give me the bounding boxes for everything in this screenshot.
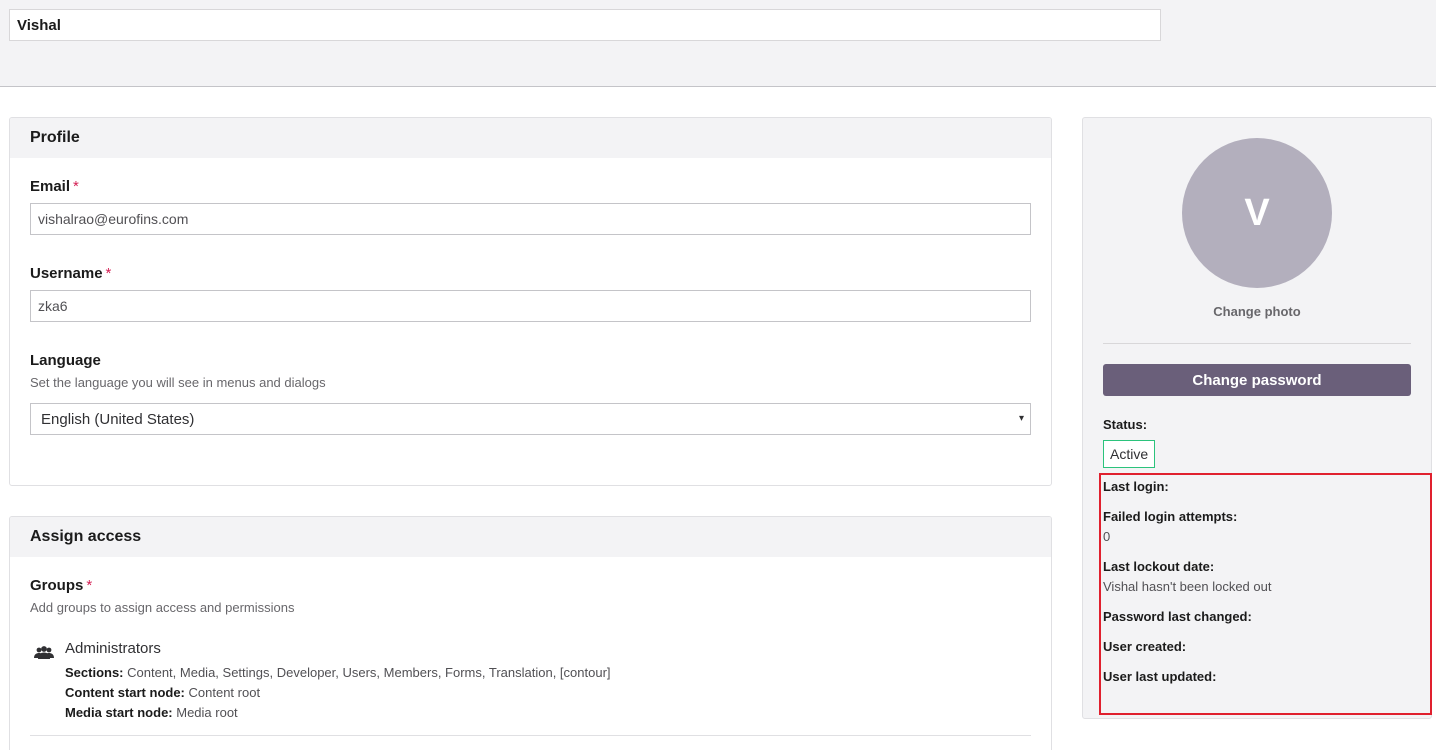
editor-header [0, 0, 1436, 87]
language-label: Language [30, 352, 101, 369]
user-info-panel: V Change photo Change password Status: A… [1082, 117, 1432, 719]
groups-description: Add groups to assign access and permissi… [30, 600, 295, 615]
last-lockout-date-value: Vishal hasn't been locked out [1103, 579, 1272, 594]
group-content-start-node: Content start node: Content root [65, 685, 261, 700]
group-item[interactable]: Administrators Sections: Content, Media,… [30, 640, 1031, 736]
chevron-down-icon: ▾ [1018, 413, 1024, 424]
last-lockout-date-label: Last lockout date: [1103, 559, 1215, 574]
required-marker: * [105, 265, 112, 282]
assign-access-title: Assign access [10, 517, 1051, 557]
profile-panel-title: Profile [10, 118, 1051, 158]
status-badge: Active [1103, 440, 1156, 468]
group-media-start-node: Media start node: Media root [65, 705, 238, 720]
required-marker: * [73, 178, 79, 195]
username-field[interactable] [30, 290, 1031, 322]
required-marker: * [86, 577, 93, 594]
avatar[interactable]: V [1182, 138, 1332, 288]
user-last-updated-label: User last updated: [1103, 669, 1217, 684]
change-password-button[interactable]: Change password [1103, 364, 1411, 396]
email-field[interactable] [30, 203, 1031, 235]
change-photo-link[interactable]: Change photo [1083, 304, 1431, 319]
groups-label: Groups * [30, 577, 93, 594]
language-selected-value: English (United States) [41, 410, 195, 428]
user-name-input[interactable] [9, 9, 1161, 41]
failed-login-attempts-label: Failed login attempts: [1103, 509, 1238, 524]
failed-login-attempts-value: 0 [1103, 529, 1111, 544]
user-created-label: User created: [1103, 639, 1187, 654]
language-description: Set the language you will see in menus a… [30, 375, 326, 390]
last-login-label: Last login: [1103, 479, 1169, 494]
assign-access-panel: Assign access Groups * Add groups to assi… [9, 516, 1052, 750]
username-label: Username * [30, 265, 112, 282]
profile-panel: Profile Email* Username* Language Set th… [9, 117, 1052, 486]
users-icon [34, 646, 54, 659]
divider [1103, 343, 1411, 344]
group-sections: Sections: Content, Media, Settings, Deve… [65, 665, 611, 680]
group-name: Administrators [65, 640, 161, 657]
email-label: Email * [30, 178, 79, 195]
password-last-changed-label: Password last changed: [1103, 609, 1252, 624]
language-select[interactable]: English (United States) ▾ [30, 403, 1031, 435]
status-label: Status: [1103, 417, 1148, 432]
